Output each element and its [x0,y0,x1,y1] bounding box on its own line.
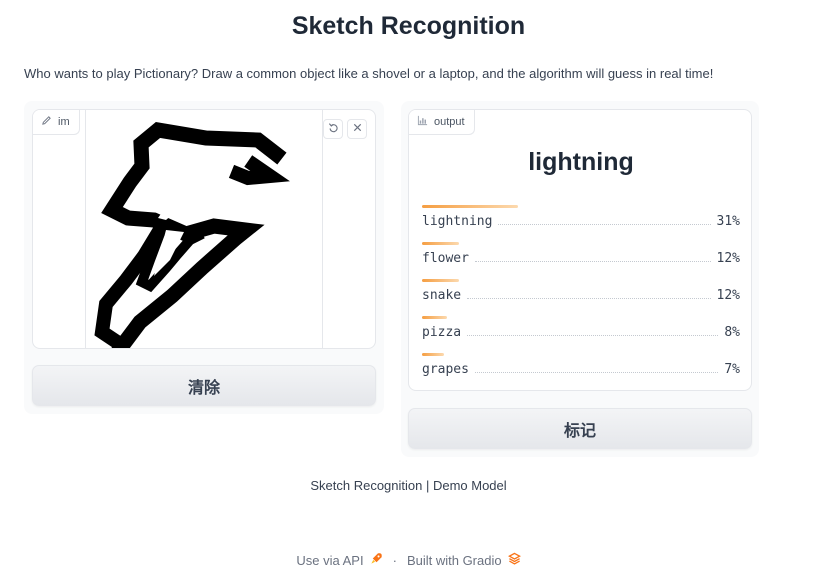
confidence-item: pizza 8% [422,316,740,353]
flag-button[interactable]: 标记 [408,408,752,449]
close-icon [352,120,363,138]
confidence-label: snake [422,288,462,303]
footer-note: Sketch Recognition | Demo Model [310,478,507,493]
confidence-label: pizza [422,325,462,340]
confidence-value: 31% [716,214,740,229]
confidence-value: 7% [724,362,740,377]
confidence-item: snake 12% [422,279,740,316]
input-label-tag: im [33,110,80,135]
confidence-bar [422,279,459,282]
confidence-value: 12% [716,288,740,303]
output-panel: output lightning lightning 31% flower 12% sn… [401,101,759,457]
confidence-leader [474,261,711,262]
confidence-label: lightning [422,214,493,229]
confidence-leader [467,335,719,336]
page-description: Who wants to play Pictionary? Draw a com… [24,66,714,81]
clear-button[interactable]: 清除 [32,365,376,406]
confidence-row: flower 12% [422,251,740,266]
sketchpad: im [32,109,376,349]
confidence-row: pizza 8% [422,325,740,340]
input-panel: im 清除 [24,101,384,414]
confidence-list: lightning 31% flower 12% snake 12% pizza 8% grap… [422,205,740,390]
predicted-label: lightning [528,148,634,176]
confidence-bar [422,205,518,208]
confidence-row: grapes 7% [422,362,740,377]
output-label: output [434,116,465,128]
output-label-tag: output [409,110,475,135]
built-with-gradio-link[interactable]: Built with Gradio [407,553,502,568]
confidence-row: lightning 31% [422,214,740,229]
confidence-label: flower [422,251,469,266]
confidence-value: 12% [716,251,740,266]
rocket-icon [370,552,383,568]
confidence-leader [467,298,711,299]
drawing-canvas[interactable] [85,110,323,348]
confidence-leader [498,224,711,225]
pencil-icon [41,115,52,129]
confidence-item: flower 12% [422,242,740,279]
footer: Use via API · Built with Gradio [0,552,817,568]
undo-icon [328,120,339,138]
confidence-label: grapes [422,362,469,377]
api-link[interactable]: Use via API [296,553,363,568]
confidence-leader [474,372,719,373]
confidence-bar [422,316,447,319]
confidence-item: lightning 31% [422,205,740,242]
confidence-bar [422,242,459,245]
page-title: Sketch Recognition [291,12,526,40]
undo-button[interactable] [323,119,343,139]
clear-canvas-button[interactable] [347,119,367,139]
confidence-item: grapes 7% [422,353,740,390]
footer-separator: · [392,552,397,568]
confidence-value: 8% [724,325,740,340]
input-label: im [58,116,70,128]
gradio-logo-icon [507,552,521,568]
bar-chart-icon [417,115,428,129]
confidence-row: snake 12% [422,288,740,303]
confidence-bar [422,353,444,356]
label-output: output lightning lightning 31% flower 12% sn… [408,109,752,391]
